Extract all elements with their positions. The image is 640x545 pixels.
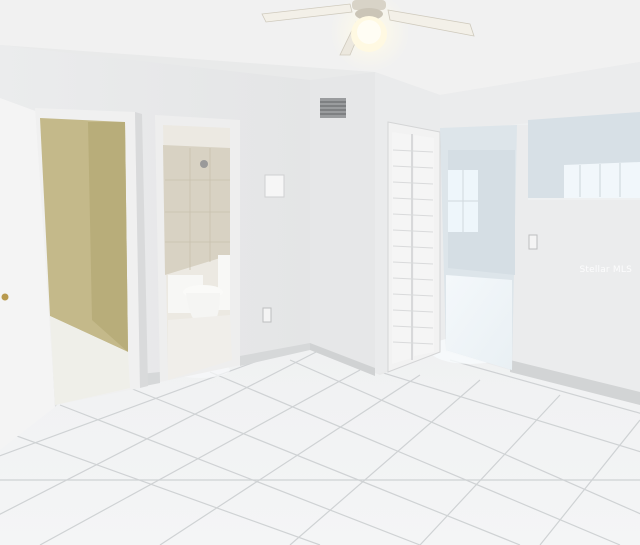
wall-plate[interactable] [264,174,285,198]
adjacent-room-opening[interactable] [440,125,517,370]
pass-through-opening [528,112,640,198]
bathroom-doorway[interactable] [155,115,240,382]
room-photo [0,0,640,545]
light-switch[interactable] [528,234,538,250]
shower-head-icon [200,160,208,168]
watermark: Stellar MLS [579,265,632,275]
door-knob-icon [1,293,9,301]
outlet[interactable] [262,307,272,323]
air-vent [320,98,346,118]
